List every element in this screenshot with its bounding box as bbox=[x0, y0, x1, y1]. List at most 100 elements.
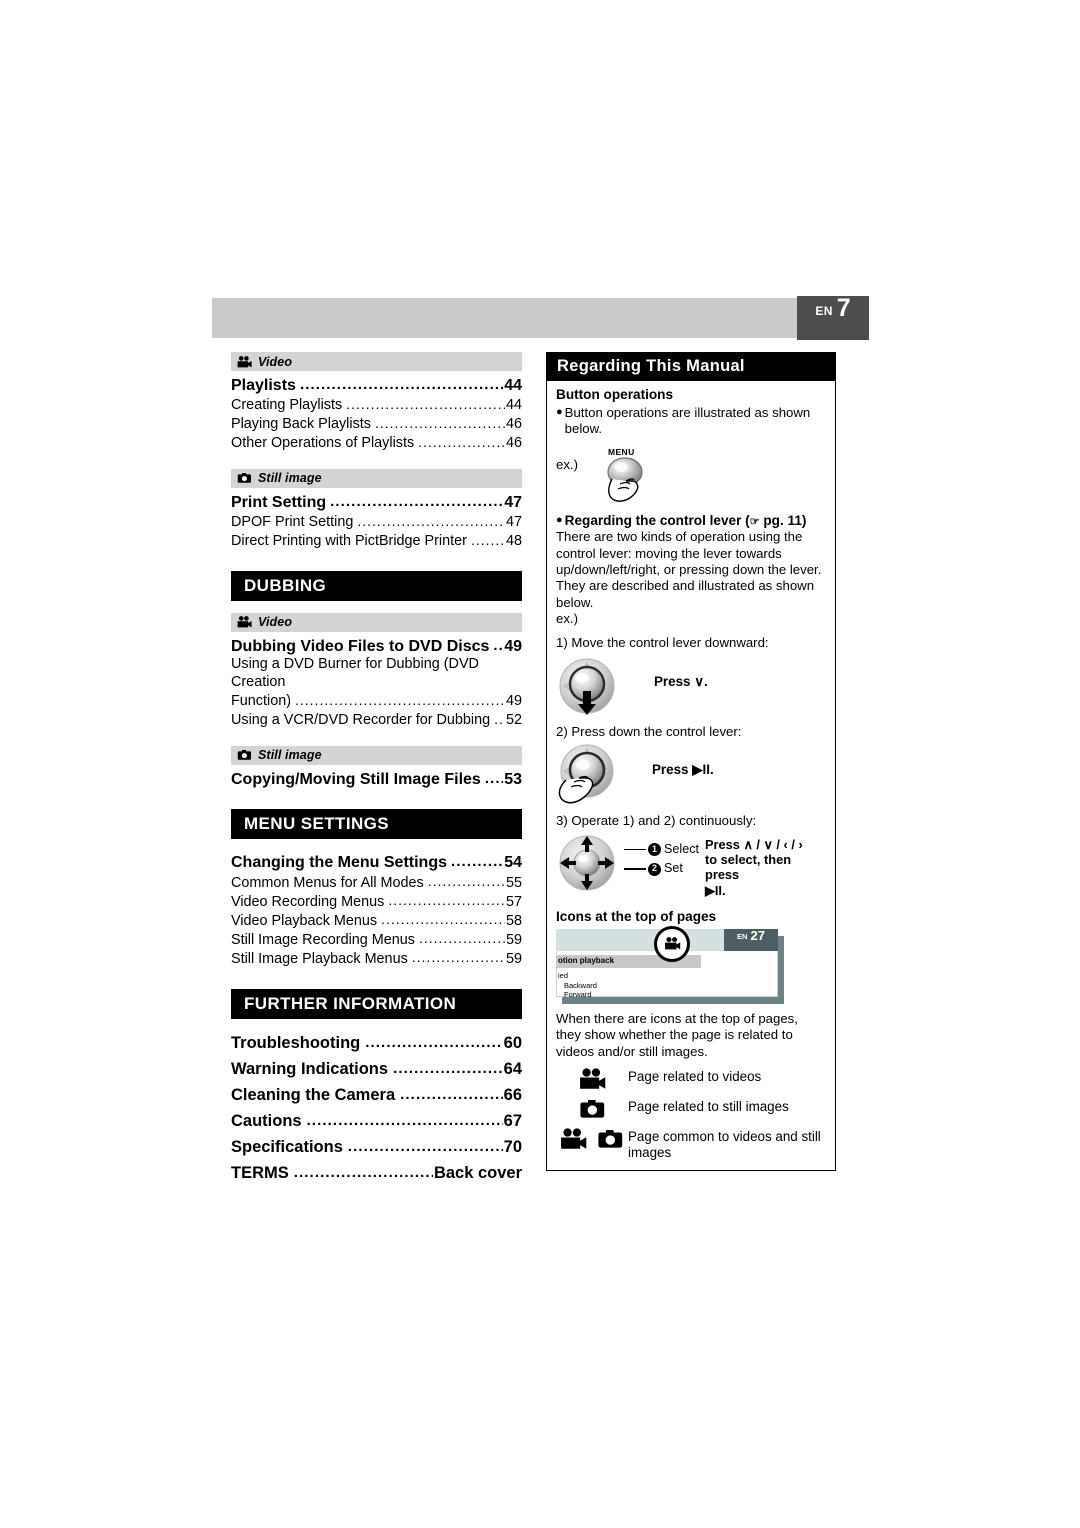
toc-page: 57 bbox=[505, 893, 522, 910]
toc-title: Direct Printing with PictBridge Printer bbox=[231, 533, 467, 550]
toc-entry-main[interactable]: Changing the Menu Settings .............… bbox=[231, 853, 522, 873]
control-lever-heading-row: ● Regarding the control lever (☞ pg. 11) bbox=[556, 513, 826, 530]
control-lever-four-way-icon bbox=[556, 832, 622, 894]
toc-entry-sub[interactable]: Using a DVD Burner for Dubbing (DVD Crea… bbox=[231, 656, 522, 710]
category-bar-video: Video bbox=[231, 612, 522, 632]
toc-entry-main[interactable]: TERMS ..................................… bbox=[231, 1164, 522, 1183]
toc-entry-sub[interactable]: Still Image Playback Menus .............… bbox=[231, 949, 522, 968]
step-2-label: 2) Press down the control lever: bbox=[556, 723, 742, 739]
toc-entry-main[interactable]: Dubbing Video Files to DVD Discs .......… bbox=[231, 637, 522, 657]
toc-title: Still Image Playback Menus bbox=[231, 950, 408, 967]
callout-label: Select bbox=[664, 841, 700, 856]
camcorder-icon bbox=[237, 616, 252, 628]
toc-title: Common Menus for All Modes bbox=[231, 874, 424, 891]
toc-title-line1: Using a DVD Burner for Dubbing (DVD Crea… bbox=[231, 656, 479, 691]
step-3-illustration: 1 Select 2 Set Press ∧ / ∨ / ‹ / › to se… bbox=[556, 832, 826, 898]
category-bar-still-image: Still image bbox=[231, 468, 522, 488]
regarding-this-manual-panel: Regarding This Manual Button operations … bbox=[546, 352, 836, 1172]
toc-page: 44 bbox=[504, 376, 522, 394]
category-label: Video bbox=[258, 615, 293, 630]
toc-page: 55 bbox=[505, 874, 522, 891]
toc-page: 58 bbox=[505, 912, 522, 929]
toc-title: Cautions bbox=[231, 1111, 302, 1130]
play-pause-symbol: ▶II. bbox=[705, 882, 726, 898]
toc-page: 46 bbox=[505, 416, 522, 433]
toc-page: 59 bbox=[505, 931, 522, 948]
callout-set: 2 Set bbox=[624, 861, 699, 877]
toc-entry-sub[interactable]: Playing Back Playlists .................… bbox=[231, 415, 522, 434]
sample-line-3: Forward bbox=[564, 989, 592, 999]
toc-entry-sub[interactable]: Still Image Recording Menus ............… bbox=[231, 930, 522, 949]
leader-dots: ........................................… bbox=[295, 691, 505, 708]
toc-entry-main[interactable]: Troubleshooting ........................… bbox=[231, 1034, 522, 1053]
leader-dots: ........................................… bbox=[374, 414, 505, 431]
toc-entry-sub[interactable]: Creating Playlists .....................… bbox=[231, 396, 522, 415]
toc-title: Changing the Menu Settings bbox=[231, 854, 447, 872]
toc-entry-main[interactable]: Playlists ..............................… bbox=[231, 376, 522, 396]
toc-page: 48 bbox=[505, 533, 522, 550]
control-lever-ex-label: ex.) bbox=[556, 611, 578, 627]
category-label: Video bbox=[258, 354, 293, 369]
button-operations-heading: Button operations bbox=[556, 387, 674, 402]
toc-entry-sub[interactable]: Other Operations of Playlists ..........… bbox=[231, 434, 522, 453]
toc-entry-main[interactable]: Warning Indications ....................… bbox=[231, 1060, 522, 1079]
toc-entry-main[interactable]: Copying/Moving Still Image Files .......… bbox=[231, 770, 522, 790]
toc-page: 64 bbox=[503, 1059, 522, 1078]
toc-entry-main[interactable]: Cautions ...............................… bbox=[231, 1112, 522, 1131]
toc-entry-sub[interactable]: Direct Printing with PictBridge Printer … bbox=[231, 532, 522, 551]
toc-title: Specifications bbox=[231, 1137, 343, 1156]
control-lever-heading: Regarding the control lever (☞ pg. 11) bbox=[564, 512, 807, 528]
toc-entry-sub[interactable]: Using a VCR/DVD Recorder for Dubbing ...… bbox=[231, 711, 522, 730]
toc-title: Troubleshooting bbox=[231, 1033, 361, 1052]
toc-entry-main[interactable]: Print Setting ..........................… bbox=[231, 493, 522, 513]
legend-item-video: Page related to videos bbox=[556, 1067, 826, 1090]
toc-entry-main[interactable]: Specifications .........................… bbox=[231, 1138, 522, 1157]
legend-label: Page related to videos bbox=[628, 1068, 762, 1084]
section-title: FURTHER INFORMATION bbox=[244, 993, 457, 1013]
leader-dots: ........................................… bbox=[418, 930, 505, 947]
menu-button-example: ex.) MENU bbox=[556, 447, 826, 509]
leader-dots: ........................................… bbox=[357, 512, 505, 529]
toc-entry-sub[interactable]: Video Recording Menus ..................… bbox=[231, 892, 522, 911]
leader-dots: ........................................… bbox=[299, 376, 503, 393]
toc-title: Print Setting bbox=[231, 493, 327, 511]
icons-description: When there are icons at the top of pages… bbox=[556, 1010, 798, 1059]
callout-number-1: 1 bbox=[648, 842, 661, 856]
leader-dots: ........................................… bbox=[470, 531, 505, 548]
toc-page: 67 bbox=[503, 1111, 522, 1130]
leader-dots: ........................................… bbox=[293, 1163, 433, 1181]
step-2-press-instruction: Press ▶II. bbox=[652, 762, 714, 778]
control-lever-press-icon bbox=[556, 744, 624, 806]
toc-entry-sub[interactable]: Video Playback Menus ...................… bbox=[231, 911, 522, 930]
legend-label: Page common to videos and still images bbox=[628, 1128, 821, 1161]
section-heading-further-information: FURTHER INFORMATION bbox=[231, 988, 522, 1019]
section-title: MENU SETTINGS bbox=[244, 814, 389, 834]
toc-title: Video Playback Menus bbox=[231, 912, 378, 929]
toc-page: 49 bbox=[504, 637, 522, 655]
section-heading-menu-settings: MENU SETTINGS bbox=[231, 809, 522, 840]
toc-page: 44 bbox=[505, 397, 522, 414]
toc-title: Still Image Recording Menus bbox=[231, 931, 415, 948]
callout-number-2: 2 bbox=[648, 862, 661, 876]
leader-dots: ........................................… bbox=[381, 911, 505, 928]
camcorder-icon bbox=[556, 1067, 628, 1090]
icons-section-heading: Icons at the top of pages bbox=[556, 909, 717, 925]
video-and-still-icons bbox=[556, 1127, 628, 1150]
step-3-label: 3) Operate 1) and 2) continuously: bbox=[556, 813, 757, 829]
step-1-press-instruction: Press ∨. bbox=[654, 673, 708, 689]
toc-page: 47 bbox=[504, 493, 522, 511]
direction-symbols: ∧ / ∨ / ‹ / › bbox=[743, 836, 803, 852]
leader-dots: ........................................… bbox=[330, 492, 503, 510]
toc-entry-main[interactable]: Cleaning the Camera ....................… bbox=[231, 1086, 522, 1105]
toc-title: Playing Back Playlists bbox=[231, 416, 371, 433]
toc-entry-sub[interactable]: Common Menus for All Modes .............… bbox=[231, 873, 522, 892]
still-camera-icon bbox=[556, 1097, 628, 1120]
toc-entry-sub[interactable]: DPOF Print Setting .....................… bbox=[231, 513, 522, 532]
leader-dots: ........................................… bbox=[347, 1137, 503, 1155]
leader-dots: ........................................… bbox=[418, 433, 505, 450]
sample-line-2: Backward bbox=[564, 980, 597, 990]
button-operations-bullet: ● Button operations are illustrated as s… bbox=[556, 405, 826, 438]
toc-title: Using a VCR/DVD Recorder for Dubbing bbox=[231, 712, 491, 729]
sample-page-badge: EN 27 bbox=[724, 928, 778, 951]
category-bar-video: Video bbox=[231, 352, 522, 371]
